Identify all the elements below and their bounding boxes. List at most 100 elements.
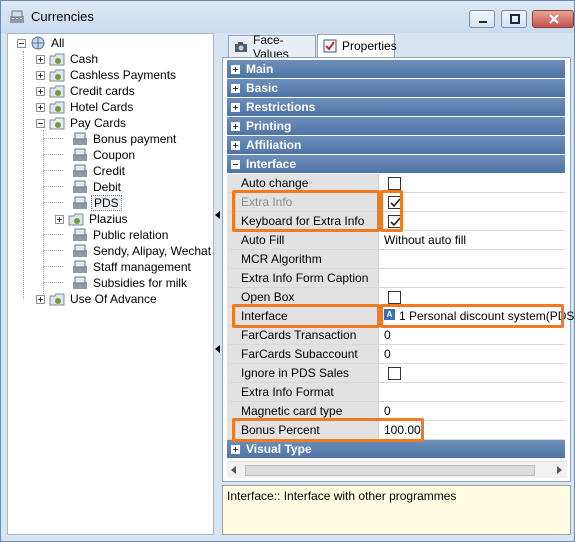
tree-item-coupon[interactable]: Coupon [72,147,137,163]
horizontal-scrollbar[interactable] [227,461,567,478]
tree-item-label: Debit [93,180,122,194]
properties-panel: Face-Values Properties Main Basic Restri… [222,33,575,535]
property-row-extra-info-form-caption[interactable]: Extra Info Form Caption [227,269,565,288]
currency-folder-icon [49,101,65,114]
collapse-icon[interactable] [36,118,45,128]
tree-item-pay-cards[interactable]: Pay Cards [36,115,128,131]
tree-item-label: Coupon [93,148,136,162]
expand-icon[interactable] [231,140,240,150]
tree-item-label: Bonus payment [93,132,177,146]
minimize-button[interactable] [469,10,495,28]
tree-item-credit-cards[interactable]: Credit cards [36,83,137,99]
expand-icon[interactable] [36,54,45,64]
tab-properties[interactable]: Properties [317,34,397,57]
expand-icon[interactable] [231,444,240,454]
cash-register-icon [73,196,87,209]
property-value[interactable]: Without auto fill [384,231,466,249]
tree-item-public-relation[interactable]: Public relation [72,227,170,243]
expand-icon[interactable] [55,214,64,224]
scroll-right-icon[interactable] [557,466,562,474]
auto-change-checkbox[interactable] [388,177,401,190]
currency-tree[interactable]: All Cash Cashless Payments Credit cards … [7,33,214,535]
property-row-auto-fill[interactable]: Auto Fill Without auto fill [227,231,565,250]
cash-register-icon [73,228,87,241]
tree-item-sendy-alipay-wechat[interactable]: Sendy, Alipay, Wechat [72,243,213,259]
tree-item-label: Pay Cards [70,116,127,130]
expand-icon[interactable] [231,64,240,74]
close-button[interactable] [532,10,574,28]
property-name: Ignore in PDS Sales [227,364,379,382]
maximize-icon [510,14,520,24]
tree-item-hotel-cards[interactable]: Hotel Cards [36,99,135,115]
tree-item-subsidies-for-milk[interactable]: Subsidies for milk [72,275,189,291]
category-restrictions[interactable]: Restrictions [227,98,565,116]
open-box-checkbox[interactable] [388,291,401,304]
property-row-farcards-subaccount[interactable]: FarCards Subaccount 0 [227,345,565,364]
category-affiliation[interactable]: Affiliation [227,136,565,154]
collapse-icon[interactable] [231,159,240,169]
tree-item-use-of-advance[interactable]: Use Of Advance [36,291,159,307]
tab-face-values[interactable]: Face-Values [228,33,316,61]
tree-connector [23,51,24,299]
property-grid[interactable]: Main Basic Restrictions Printing Affilia… [222,57,575,482]
category-printing[interactable]: Printing [227,117,565,135]
cash-register-icon [73,148,87,161]
tree-item-pds[interactable]: PDS [72,195,122,211]
property-row-extra-info-format[interactable]: Extra Info Format [227,383,565,402]
tree-connector [43,282,63,283]
category-main[interactable]: Main [227,60,565,78]
collapse-left-arrow-icon[interactable] [215,345,220,353]
scroll-left-icon[interactable] [231,466,236,474]
tab-label: Properties [342,39,397,53]
collapse-left-arrow-icon[interactable] [215,211,220,219]
expand-icon[interactable] [231,121,240,131]
property-row-farcards-transaction[interactable]: FarCards Transaction 0 [227,326,565,345]
currency-folder-icon [49,293,65,306]
property-row-mcr-algorithm[interactable]: MCR Algorithm [227,250,565,269]
cash-register-icon [73,164,87,177]
tree-item-label: Cashless Payments [70,68,177,82]
expand-icon[interactable] [231,102,240,112]
tree-item-label: All [51,36,65,50]
tree-item-staff-management[interactable]: Staff management [72,259,193,275]
category-label: Restrictions [246,100,316,114]
property-value[interactable]: 0 [384,326,391,344]
tree-item-label: Credit cards [70,84,135,98]
category-interface[interactable]: Interface [227,155,565,173]
collapse-icon[interactable] [17,38,26,48]
highlight-frame [232,190,380,232]
scrollbar-thumb[interactable] [245,465,535,476]
tree-item-cashless-payments[interactable]: Cashless Payments [36,67,178,83]
highlight-frame [232,304,380,328]
tree-connector [43,138,63,139]
expand-icon[interactable] [36,86,45,96]
category-basic[interactable]: Basic [227,79,565,97]
title-bar[interactable]: Currencies [1,1,574,33]
tree-item-plazius[interactable]: Plazius [55,211,130,227]
cash-register-icon [73,260,87,273]
property-value[interactable]: 0 [384,345,391,363]
panel-splitter[interactable] [214,33,222,535]
category-visual-type[interactable]: Visual Type [227,440,565,458]
tree-item-label: Public relation [93,228,169,242]
maximize-button[interactable] [501,10,527,28]
expand-icon[interactable] [231,83,240,93]
tree-item-debit[interactable]: Debit [72,179,123,195]
tree-item-all[interactable]: All [17,35,66,51]
tree-item-label: Hotel Cards [70,100,134,114]
highlight-frame [232,418,424,442]
expand-icon[interactable] [36,294,45,304]
currency-folder-icon [49,69,65,82]
property-name: Auto Fill [227,231,379,249]
tree-item-label: Cash [70,52,99,66]
tree-item-cash[interactable]: Cash [36,51,100,67]
tree-item-label: Plazius [89,212,128,226]
minimize-icon [479,21,487,23]
tab-strip: Face-Values Properties [222,33,571,61]
property-row-ignore-in-pds-sales[interactable]: Ignore in PDS Sales [227,364,565,383]
ignore-in-pds-sales-checkbox[interactable] [388,367,401,380]
expand-icon[interactable] [36,102,45,112]
tree-item-bonus-payment[interactable]: Bonus payment [72,131,178,147]
tree-item-credit[interactable]: Credit [72,163,127,179]
expand-icon[interactable] [36,70,45,80]
